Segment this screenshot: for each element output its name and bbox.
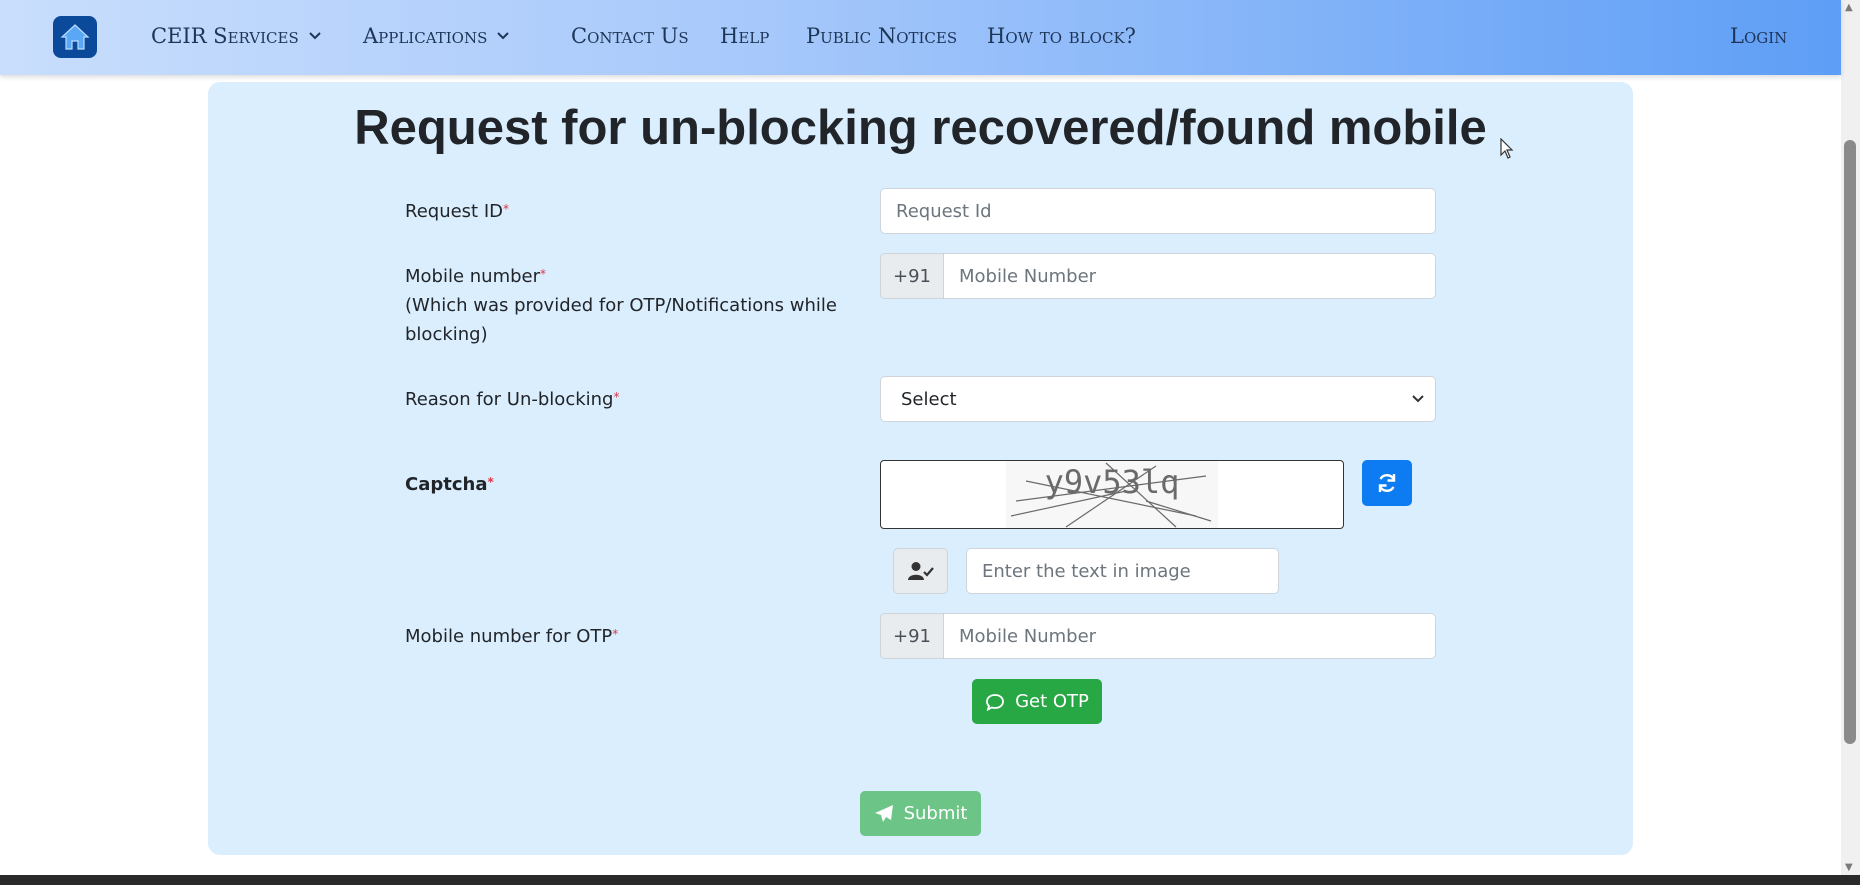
login-link[interactable]: Login xyxy=(1730,24,1787,48)
otp-mobile-input[interactable] xyxy=(944,613,1436,659)
otp-mobile-label: Mobile number for OTP* xyxy=(405,626,619,647)
top-navbar: CEIR Services Applications Contact Us He… xyxy=(0,0,1841,75)
home-button[interactable] xyxy=(53,16,97,58)
chat-icon xyxy=(986,693,1004,711)
nav-help[interactable]: Help xyxy=(720,24,769,48)
captcha-user-button[interactable] xyxy=(893,548,948,594)
submit-button[interactable]: Submit xyxy=(860,791,981,836)
user-check-icon xyxy=(907,562,934,580)
mouse-cursor-icon xyxy=(1500,138,1514,159)
page-title: Request for un-blocking recovered/found … xyxy=(354,101,1487,155)
reason-label: Reason for Un-blocking* xyxy=(405,389,620,410)
mobile-number-input[interactable] xyxy=(944,253,1436,299)
request-id-label: Request ID* xyxy=(405,201,510,222)
captcha-box: y9v53lq xyxy=(880,460,1344,529)
scroll-up-arrow[interactable]: ▲ xyxy=(1845,2,1853,13)
captcha-label: Captcha* xyxy=(405,474,494,495)
reason-select[interactable]: Select xyxy=(880,376,1436,422)
nav-ceir-services[interactable]: CEIR Services xyxy=(151,24,321,48)
nav-how-to-block[interactable]: How to block? xyxy=(987,24,1136,48)
scrollbar-thumb[interactable] xyxy=(1844,140,1856,744)
chevron-down-icon xyxy=(1412,395,1424,403)
refresh-captcha-button[interactable] xyxy=(1362,460,1412,506)
nav-applications[interactable]: Applications xyxy=(363,24,510,48)
nav-public-notices[interactable]: Public Notices xyxy=(806,24,957,48)
home-icon xyxy=(60,24,90,50)
chevron-down-icon xyxy=(497,32,510,40)
country-code-prefix: +91 xyxy=(880,253,944,299)
send-icon xyxy=(874,804,893,822)
refresh-icon xyxy=(1378,474,1396,492)
page-footer-edge xyxy=(0,875,1860,885)
chevron-down-icon xyxy=(309,32,321,40)
get-otp-button[interactable]: Get OTP xyxy=(972,679,1102,724)
captcha-input[interactable] xyxy=(966,548,1279,594)
nav-contact-us[interactable]: Contact Us xyxy=(571,24,689,48)
otp-country-code-prefix: +91 xyxy=(880,613,944,659)
mobile-number-note: (Which was provided for OTP/Notification… xyxy=(405,295,837,345)
scroll-down-arrow[interactable]: ▼ xyxy=(1845,862,1853,873)
captcha-image: y9v53lq xyxy=(1006,461,1218,528)
mobile-number-label: Mobile number* (Which was provided for O… xyxy=(405,266,837,345)
request-id-input[interactable] xyxy=(880,188,1436,234)
